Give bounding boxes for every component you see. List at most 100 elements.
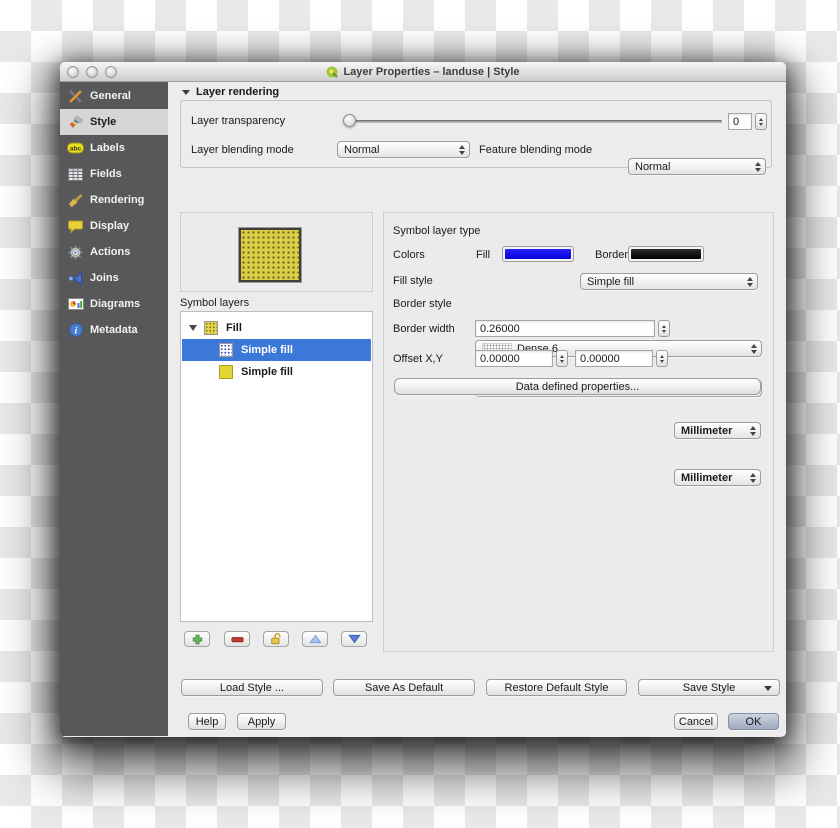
restore-default-style-button[interactable]: Restore Default Style [486,679,627,696]
sidebar-item-rendering[interactable]: Rendering [60,187,168,213]
offset-y-input[interactable]: 0.00000 [575,350,653,367]
symbol-layer-type-value: Simple fill [587,276,634,288]
up-triangle-icon [309,634,322,644]
layer-blending-mode-select[interactable]: Normal [337,141,470,158]
sidebar-item-label: Labels [90,142,125,154]
feature-blending-mode-value: Normal [635,161,670,173]
layer-transparency-stepper[interactable] [755,113,767,130]
collapse-triangle-icon [182,90,190,95]
abc-tag-icon: abc [67,140,84,156]
sidebar-item-general[interactable]: General [60,83,168,109]
sidebar: General Style abc Labels Fields Renderin… [60,82,168,736]
gear-play-icon [67,244,84,260]
save-as-default-button[interactable]: Save As Default [333,679,475,696]
symbol-preview-panel [180,212,373,292]
border-width-unit-select[interactable]: Millimeter [674,422,761,439]
colors-label: Colors [393,249,425,261]
border-width-input[interactable]: 0.26000 [475,320,655,337]
feature-blending-mode-select[interactable]: Normal [628,158,766,175]
crossed-tools-icon [67,88,84,104]
svg-text:abc: abc [70,146,82,153]
move-layer-down-button[interactable] [341,631,367,647]
window-titlebar: Layer Properties – landuse | Style [60,62,786,82]
window-title: Layer Properties – landuse | Style [343,66,519,78]
close-window-button[interactable] [67,66,79,78]
border-color-label: Border [595,249,628,261]
select-arrows-icon [459,145,465,155]
simple-fill-yellow-swatch-icon [219,365,233,379]
open-lock-icon [270,633,282,645]
down-triangle-icon [348,634,361,644]
offset-label: Offset X,Y [393,353,443,365]
lock-color-button[interactable] [263,631,289,647]
offset-unit-select[interactable]: Millimeter [674,469,761,486]
join-arrow-icon [67,270,84,286]
symbol-layer-type-label: Symbol layer type [393,225,480,237]
fill-color-button[interactable] [502,246,574,262]
info-circle-icon: i [67,322,84,338]
sidebar-item-label: Diagrams [90,298,140,310]
table-icon [67,166,84,182]
layer-rendering-header: Layer rendering [196,86,279,98]
sidebar-item-label: Style [90,116,116,128]
minimize-window-button[interactable] [86,66,98,78]
add-symbol-layer-button[interactable] [184,631,210,647]
dropdown-arrow-icon [764,686,772,691]
select-arrows-icon [750,426,756,436]
border-width-unit-value: Millimeter [681,425,732,437]
border-width-label: Border width [393,323,455,335]
select-arrows-icon [755,162,761,172]
sidebar-item-labels[interactable]: abc Labels [60,135,168,161]
zoom-window-button[interactable] [105,66,117,78]
layer-transparency-label: Layer transparency [191,115,285,127]
data-defined-properties-button[interactable]: Data defined properties... [394,378,761,395]
symbol-layers-label: Symbol layers [180,297,249,309]
sidebar-item-metadata[interactable]: i Metadata [60,317,168,343]
sidebar-item-fields[interactable]: Fields [60,161,168,187]
layer-transparency-slider[interactable] [345,120,722,123]
layer-rendering-collapse[interactable]: Layer rendering [182,86,279,98]
move-layer-up-button[interactable] [302,631,328,647]
fill-group-swatch-icon [204,321,218,335]
sidebar-item-label: Actions [90,246,130,258]
tree-item-simple-fill-2[interactable]: Simple fill [182,361,371,383]
sidebar-item-joins[interactable]: Joins [60,265,168,291]
border-color-button[interactable] [628,246,704,262]
offset-x-input[interactable]: 0.00000 [475,350,553,367]
plus-icon [192,634,203,645]
sidebar-item-label: Rendering [90,194,144,206]
select-arrows-icon [747,277,753,287]
save-style-label: Save Style [683,682,736,694]
layer-properties-window: Layer Properties – landuse | Style Gener… [60,62,786,737]
layer-transparency-value[interactable]: 0 [728,113,752,130]
tree-item-label: Simple fill [241,366,293,378]
traffic-lights [67,66,117,78]
speech-bubble-icon [67,218,84,234]
remove-symbol-layer-button[interactable] [224,631,250,647]
sidebar-item-label: Metadata [90,324,138,336]
apply-button[interactable]: Apply [237,713,286,730]
symbol-layer-type-select[interactable]: Simple fill [580,273,758,290]
save-style-button[interactable]: Save Style [638,679,780,696]
minus-icon [231,635,244,644]
offset-y-stepper[interactable] [656,350,668,367]
symbol-layers-tree: Fill Simple fill Simple fill [180,311,373,622]
tree-item-fill-group[interactable]: Fill [182,317,371,339]
cancel-button[interactable]: Cancel [674,713,718,730]
sidebar-item-label: Display [90,220,129,232]
expander-icon[interactable] [189,325,197,331]
fill-color-label: Fill [476,249,490,261]
offset-x-stepper[interactable] [556,350,568,367]
load-style-button[interactable]: Load Style ... [181,679,323,696]
slider-handle[interactable] [343,114,356,127]
sidebar-item-display[interactable]: Display [60,213,168,239]
help-button[interactable]: Help [188,713,226,730]
ok-button[interactable]: OK [728,713,779,730]
tree-item-simple-fill-1[interactable]: Simple fill [182,339,371,361]
border-style-label: Border style [393,298,452,310]
sidebar-item-actions[interactable]: Actions [60,239,168,265]
sidebar-item-diagrams[interactable]: Diagrams [60,291,168,317]
sidebar-item-style[interactable]: Style [60,109,168,135]
simple-fill-dense-swatch-icon [219,343,233,357]
border-width-stepper[interactable] [658,320,670,337]
